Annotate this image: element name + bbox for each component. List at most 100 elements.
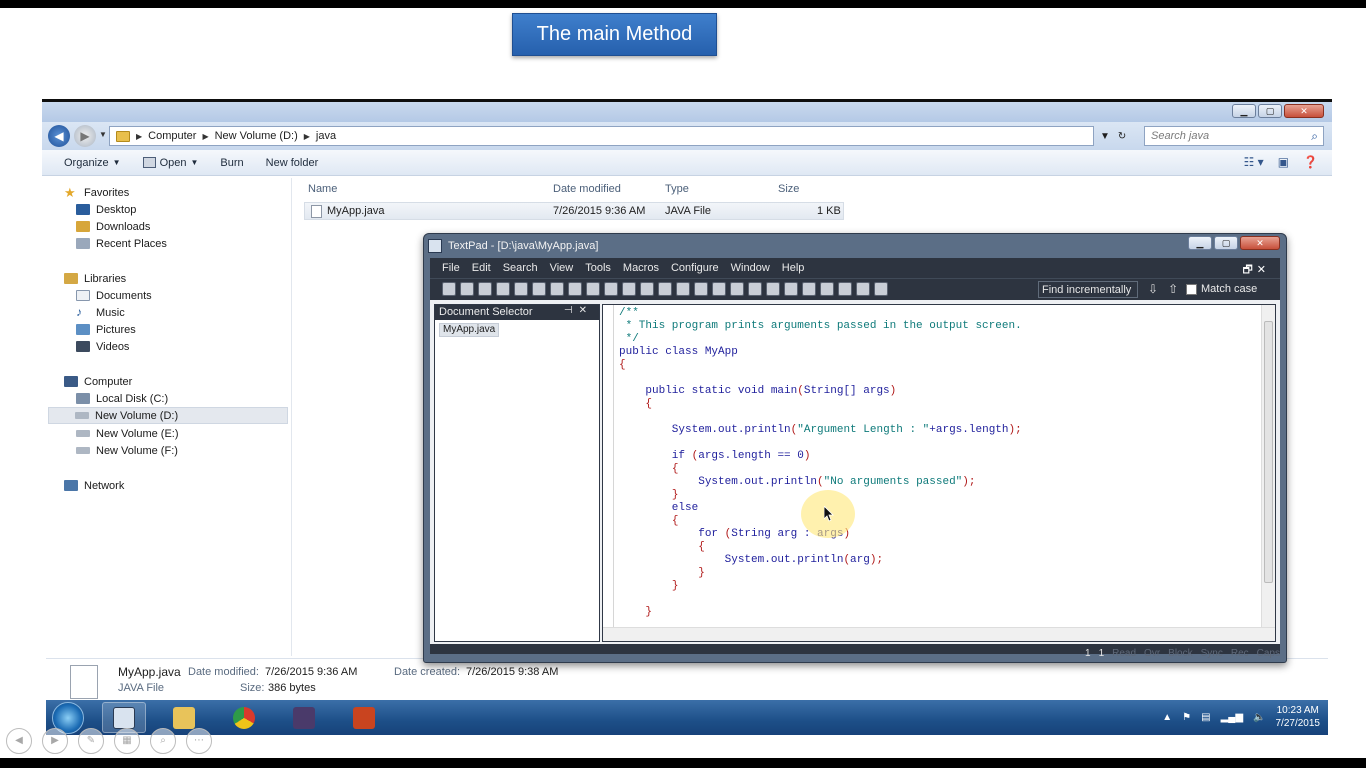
menu-file[interactable]: File — [442, 262, 460, 274]
organize-button[interactable]: Organize ▼ — [64, 157, 121, 169]
column-header-name[interactable]: Name — [308, 178, 337, 200]
refresh-icon[interactable]: ↻ — [1118, 131, 1126, 142]
menu-view[interactable]: View — [550, 262, 574, 274]
code-line[interactable]: { — [619, 359, 626, 372]
address-bar[interactable]: ▶ Computer ▶ New Volume (D:) ▶ java — [109, 126, 1094, 146]
maximize-button[interactable]: ▢ — [1258, 104, 1282, 118]
slides-grid-icon[interactable]: ▦ — [114, 728, 140, 754]
document-selector-controls[interactable]: ⊣✕ — [564, 305, 593, 316]
open-file-icon[interactable] — [460, 282, 474, 296]
show-hidden-icons[interactable]: ▲ — [1162, 712, 1172, 723]
code-line[interactable]: if (args.length == 0) — [619, 450, 811, 463]
code-line[interactable]: else — [619, 502, 698, 515]
find-incrementally-input[interactable]: Find incrementally — [1038, 281, 1138, 298]
menu-edit[interactable]: Edit — [472, 262, 491, 274]
nav-new-volume-f[interactable]: New Volume (F:) — [76, 442, 178, 459]
code-line[interactable]: } — [619, 580, 679, 593]
code-line[interactable]: public class MyApp — [619, 346, 738, 359]
match-case-checkbox[interactable]: Match case — [1186, 283, 1257, 295]
zoom-icon[interactable]: ⌕ — [150, 728, 176, 754]
cut-icon[interactable] — [550, 282, 564, 296]
nav-new-volume-d[interactable]: New Volume (D:) — [48, 407, 288, 424]
code-line[interactable]: /** — [619, 307, 639, 320]
help-icon[interactable]: ❓ — [1303, 155, 1318, 169]
horizontal-scrollbar[interactable] — [603, 627, 1275, 641]
nav-libraries[interactable]: Libraries — [64, 270, 126, 287]
breadcrumb-computer[interactable]: Computer — [148, 130, 196, 142]
code-line[interactable]: System.out.println("No arguments passed"… — [619, 476, 975, 489]
column-header-date[interactable]: Date modified — [553, 178, 621, 200]
sort-icon[interactable] — [748, 282, 762, 296]
nav-computer[interactable]: Computer — [64, 373, 132, 390]
nav-local-disk-c[interactable]: Local Disk (C:) — [76, 390, 168, 407]
nav-network[interactable]: Network — [64, 477, 124, 494]
pen-icon[interactable]: ✎ — [78, 728, 104, 754]
next-slide-icon[interactable]: ▶ — [42, 728, 68, 754]
replace-icon[interactable] — [802, 282, 816, 296]
taskbar-chrome[interactable] — [222, 702, 266, 733]
redo-icon[interactable] — [622, 282, 636, 296]
run-icon[interactable] — [874, 282, 888, 296]
nav-new-volume-e[interactable]: New Volume (E:) — [76, 425, 179, 442]
clock[interactable]: 10:23 AM 7/27/2015 — [1276, 704, 1321, 730]
nav-videos[interactable]: Videos — [76, 338, 129, 355]
taskbar-eclipse[interactable] — [282, 702, 326, 733]
find-down-icon[interactable]: ⇩ — [1148, 282, 1158, 296]
open-button[interactable]: Open ▼ — [142, 157, 198, 169]
close-button[interactable]: ✕ — [1240, 236, 1280, 250]
code-line[interactable]: { — [619, 463, 679, 476]
code-line[interactable]: } — [619, 606, 652, 619]
chevron-right-icon[interactable]: ▶ — [304, 132, 310, 141]
document-selector-item[interactable]: MyApp.java — [439, 323, 500, 337]
save-icon[interactable] — [478, 282, 492, 296]
code-line[interactable]: System.out.println(arg); — [619, 554, 883, 567]
code-line[interactable]: } — [619, 567, 705, 580]
outdent-icon[interactable] — [658, 282, 672, 296]
paste-icon[interactable] — [586, 282, 600, 296]
scroll-thumb[interactable] — [1264, 321, 1273, 583]
breadcrumb-java[interactable]: java — [316, 130, 336, 142]
macro-record-icon[interactable] — [838, 282, 852, 296]
minimize-button[interactable]: ▁ — [1232, 104, 1256, 118]
web-icon[interactable] — [712, 282, 726, 296]
code-line[interactable]: { — [619, 398, 652, 411]
nav-pictures[interactable]: Pictures — [76, 321, 136, 338]
menu-window[interactable]: Window — [731, 262, 770, 274]
new-folder-button[interactable]: New folder — [266, 157, 319, 169]
visible-spaces-icon[interactable] — [694, 282, 708, 296]
file-row[interactable]: MyApp.java 7/26/2015 9:36 AM JAVA File 1… — [304, 202, 844, 220]
network-signal-icon[interactable]: ▂▄▆ — [1221, 712, 1243, 723]
nav-favorites[interactable]: ★ Favorites — [64, 184, 129, 201]
print-icon[interactable] — [514, 282, 528, 296]
nav-recent-places[interactable]: Recent Places — [76, 235, 167, 252]
nav-desktop[interactable]: Desktop — [76, 201, 136, 218]
back-button[interactable]: ◀ — [48, 125, 70, 147]
previous-slide-icon[interactable]: ◀ — [6, 728, 32, 754]
preview-pane-icon[interactable]: ▣ — [1278, 155, 1289, 169]
chevron-right-icon[interactable]: ▶ — [136, 132, 142, 141]
search-input[interactable]: Search java ⌕ — [1144, 126, 1324, 146]
word-wrap-icon[interactable] — [676, 282, 690, 296]
breadcrumb-new-volume-d[interactable]: New Volume (D:) — [215, 130, 298, 142]
code-line[interactable]: System.out.println("Argument Length : "+… — [619, 424, 1022, 437]
indent-icon[interactable] — [640, 282, 654, 296]
nav-documents[interactable]: Documents — [76, 287, 152, 304]
compare-icon[interactable] — [766, 282, 780, 296]
macro-play-icon[interactable] — [856, 282, 870, 296]
code-editor[interactable]: /** * This program prints arguments pass… — [602, 304, 1276, 642]
column-header-type[interactable]: Type — [665, 178, 689, 200]
burn-button[interactable]: Burn — [220, 157, 243, 169]
new-file-icon[interactable] — [442, 282, 456, 296]
menu-search[interactable]: Search — [503, 262, 538, 274]
code-line[interactable]: { — [619, 515, 679, 528]
code-line[interactable]: */ — [619, 333, 639, 346]
volume-icon[interactable]: 🔈 — [1253, 712, 1265, 723]
spelling-icon[interactable] — [730, 282, 744, 296]
print-preview-icon[interactable] — [532, 282, 546, 296]
search-icon[interactable]: ⌕ — [1311, 129, 1318, 144]
find-icon[interactable] — [784, 282, 798, 296]
menu-tools[interactable]: Tools — [585, 262, 611, 274]
save-all-icon[interactable] — [496, 282, 510, 296]
device-icon[interactable]: ▤ — [1201, 712, 1210, 723]
undo-icon[interactable] — [604, 282, 618, 296]
